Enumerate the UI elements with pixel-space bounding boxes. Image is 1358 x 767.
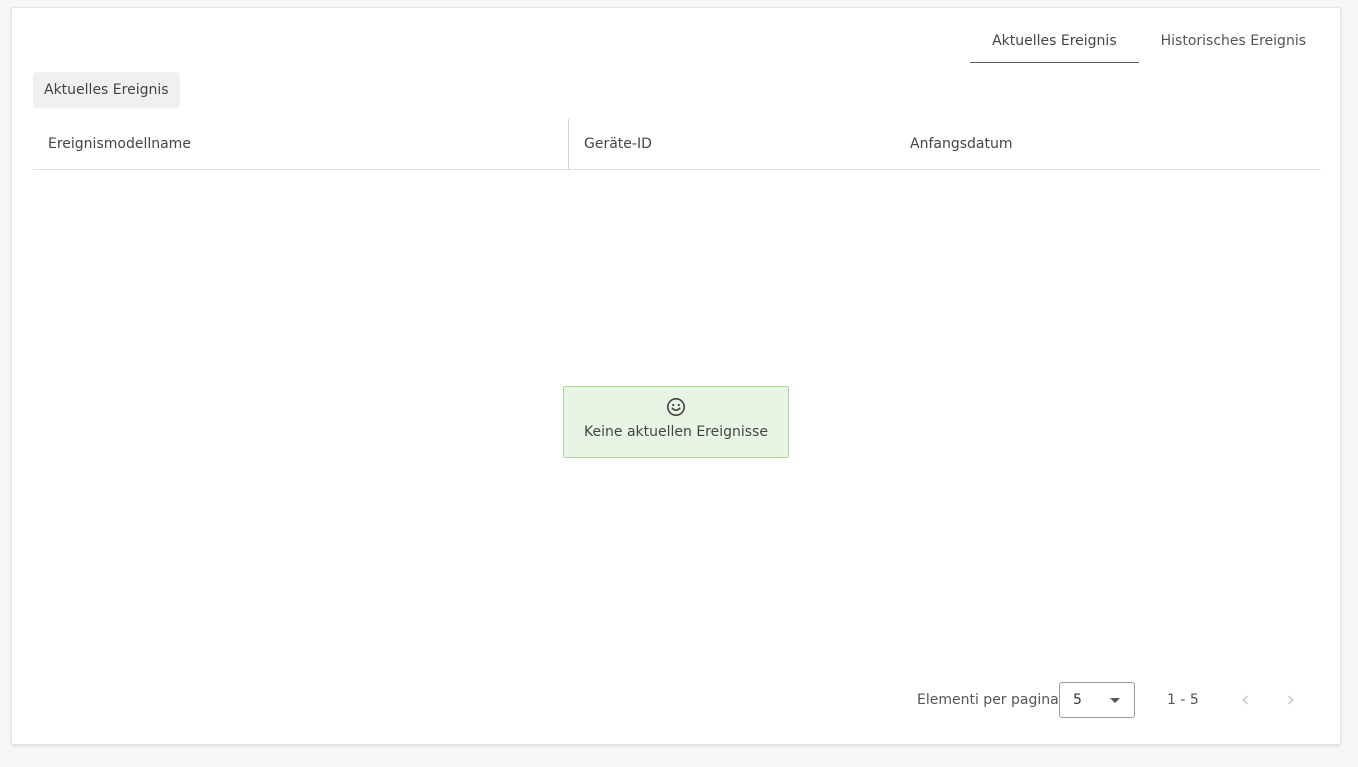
- page-range: 1 - 5: [1167, 692, 1199, 708]
- section-title: Aktuelles Ereignis: [33, 72, 180, 108]
- previous-page-button[interactable]: [1234, 688, 1258, 712]
- event-tabs: Aktuelles Ereignis Historisches Ereignis: [970, 26, 1328, 63]
- empty-state-message: Keine aktuellen Ereignisse: [584, 424, 768, 440]
- events-card: Aktuelles Ereignis Historisches Ereignis…: [11, 7, 1341, 745]
- pagination: Elementi per pagina 5 1 - 5: [12, 682, 1340, 718]
- column-header-start-date[interactable]: Anfangsdatum: [895, 119, 1012, 169]
- next-page-button[interactable]: [1278, 688, 1302, 712]
- column-header-event-model-name[interactable]: Ereignismodellname: [33, 119, 569, 169]
- smiley-icon: [667, 398, 685, 416]
- page-size-select[interactable]: 5: [1059, 682, 1135, 718]
- caret-down-icon: [1110, 698, 1120, 703]
- empty-state: Keine aktuellen Ereignisse: [563, 386, 789, 458]
- tab-historical-event[interactable]: Historisches Ereignis: [1139, 26, 1328, 63]
- chevron-left-icon: [1242, 695, 1248, 705]
- tab-current-event[interactable]: Aktuelles Ereignis: [970, 26, 1139, 63]
- page-size-value: 5: [1073, 692, 1082, 708]
- chevron-right-icon: [1288, 695, 1294, 705]
- column-header-device-id[interactable]: Geräte-ID: [569, 119, 895, 169]
- table-header: Ereignismodellname Geräte-ID Anfangsdatu…: [33, 119, 1321, 170]
- items-per-page-label: Elementi per pagina: [917, 692, 1059, 708]
